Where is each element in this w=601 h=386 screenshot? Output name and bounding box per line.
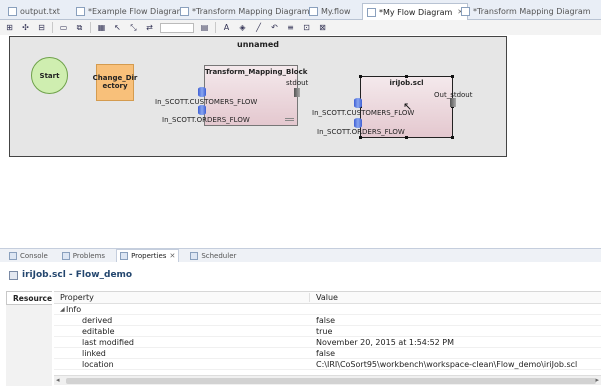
diagram-file-icon <box>76 7 85 16</box>
tab-problems[interactable]: Problems <box>59 249 108 263</box>
change-directory-label: Change_Dir ectory <box>92 73 138 90</box>
selection-handle[interactable] <box>359 75 362 78</box>
port-label: In_SCOTT.ORDERS_FLOW <box>317 128 405 136</box>
diagram-file-icon <box>461 7 470 16</box>
scroll-right-icon[interactable]: ▸ <box>595 376 599 384</box>
editor-tab-bar: output.txt *Example Flow Diagram *Transf… <box>0 0 601 20</box>
properties-side-tabs: Resource <box>6 291 52 386</box>
scrollbar-thumb[interactable] <box>66 378 596 384</box>
connector-icon[interactable]: ⤡ <box>128 23 139 33</box>
toolbar-separator <box>90 22 91 33</box>
close-icon[interactable]: ✕ <box>169 252 175 260</box>
zoom-field[interactable] <box>160 22 194 33</box>
database-icon[interactable] <box>354 118 362 128</box>
table-row[interactable]: editable true <box>54 326 601 337</box>
tab-scheduler[interactable]: Scheduler <box>187 249 239 263</box>
tab-properties[interactable]: Properties ✕ <box>116 248 180 263</box>
port-label: stdout <box>286 79 309 87</box>
grid-icon[interactable]: ▦ <box>96 23 107 33</box>
block-title: iriJob.scl <box>389 79 424 87</box>
problems-icon <box>61 251 70 260</box>
diagram-file-icon <box>180 7 189 16</box>
font-color-icon[interactable]: A <box>221 23 232 33</box>
properties-header: iriJob.scl - Flow_demo <box>0 262 601 288</box>
table-row[interactable]: location C:\IRI\CoSort95\workbench\works… <box>54 359 601 370</box>
flow-file-icon <box>309 7 318 16</box>
tab-output-txt[interactable]: output.txt <box>4 3 64 20</box>
properties-icon[interactable]: ⊠ <box>317 23 328 33</box>
select-icon[interactable]: ▭ <box>58 23 69 33</box>
align-icon[interactable]: ⊞ <box>4 23 15 33</box>
text-file-icon <box>8 7 17 16</box>
output-port-icon[interactable] <box>294 88 300 97</box>
copy-icon[interactable]: ⧉ <box>74 23 85 33</box>
diagram-toolbar: ⊞ ✣ ⊟ ▭ ⧉ ▦ ↖ ⤡ ⇄ ▤ A ◈ ╱ ↶ ≡ ⊡ ⊠ <box>0 20 601 35</box>
selection-handle[interactable] <box>359 136 362 139</box>
undo-icon[interactable]: ↶ <box>269 23 280 33</box>
line-style-icon[interactable]: ≡ <box>285 23 296 33</box>
horizontal-scrollbar[interactable]: ◂ ▸ <box>54 375 601 385</box>
resize-grip-icon[interactable] <box>285 118 294 121</box>
tab-transform-mapping-diagram[interactable]: *Transform Mapping Diagram <box>176 3 314 20</box>
diagram-file-icon <box>367 7 376 17</box>
mouse-cursor-icon: ↖ <box>403 100 413 113</box>
zoom-fit-icon[interactable]: ⊡ <box>301 23 312 33</box>
scheduler-icon <box>190 251 199 260</box>
tab-my-flow-diagram[interactable]: *My Flow Diagram✕ <box>362 3 469 20</box>
scroll-left-icon[interactable]: ◂ <box>56 376 60 384</box>
toolbar-separator <box>52 22 53 33</box>
block-title: Transform_Mapping_Block <box>205 68 308 76</box>
selection-handle[interactable] <box>451 136 454 139</box>
port-label: In_SCOTT.CUSTOMERS_FLOW <box>312 109 415 117</box>
tab-my-flow[interactable]: My.flow <box>305 3 355 20</box>
properties-icon <box>120 252 129 260</box>
pointer-icon[interactable]: ↖ <box>112 23 123 33</box>
view-tab-bar: Console Problems Properties ✕ Scheduler <box>0 248 601 263</box>
tab-transform-mapping-diagram-2[interactable]: *Transform Mapping Diagram <box>457 3 595 20</box>
selection-handle[interactable] <box>451 75 454 78</box>
start-node[interactable]: Start <box>31 57 68 94</box>
table-row[interactable]: derived false <box>54 315 601 326</box>
page-icon[interactable]: ▤ <box>199 23 210 33</box>
line-color-icon[interactable]: ╱ <box>253 23 264 33</box>
fill-color-icon[interactable]: ◈ <box>237 23 248 33</box>
port-label: In_SCOTT.CUSTOMERS_FLOW <box>155 98 258 106</box>
database-icon[interactable] <box>198 105 206 115</box>
arrange-icon[interactable]: ✣ <box>20 23 31 33</box>
diagram-title: unnamed <box>237 40 279 49</box>
column-header-property[interactable]: Property <box>54 293 310 302</box>
collapse-triangle-icon[interactable]: ◢ <box>54 306 65 313</box>
port-label: In_SCOTT.ORDERS_FLOW <box>162 116 250 124</box>
console-icon <box>9 251 17 260</box>
side-tab-resource[interactable]: Resource <box>6 291 52 305</box>
selection-handle[interactable] <box>405 136 408 139</box>
table-row-group[interactable]: ◢ Info <box>54 304 601 315</box>
column-header-value[interactable]: Value <box>310 293 338 302</box>
diagram-canvas[interactable]: unnamed Start Change_Dir ectory Transfor… <box>0 35 601 240</box>
route-icon[interactable]: ⇄ <box>144 23 155 33</box>
change-directory-node[interactable]: Change_Dir ectory <box>93 64 137 101</box>
properties-title: iriJob.scl - Flow_demo <box>22 270 133 280</box>
table-header: Property Value <box>54 292 601 304</box>
table-row[interactable]: linked false <box>54 348 601 359</box>
output-port-icon[interactable] <box>450 98 456 107</box>
table-row[interactable]: last modified November 20, 2015 at 1:54:… <box>54 337 601 348</box>
tab-example-flow-diagram[interactable]: *Example Flow Diagram <box>72 3 188 20</box>
layout-icon[interactable]: ⊟ <box>36 23 47 33</box>
tab-console[interactable]: Console <box>6 249 51 263</box>
database-icon[interactable] <box>198 87 206 97</box>
selection-handle[interactable] <box>405 75 408 78</box>
file-icon <box>9 270 18 280</box>
properties-table: Property Value ◢ Info derived false edita… <box>54 291 601 386</box>
database-icon[interactable] <box>354 98 362 108</box>
diagram-container[interactable]: unnamed Start Change_Dir ectory Transfor… <box>9 36 507 157</box>
toolbar-separator <box>215 22 216 33</box>
